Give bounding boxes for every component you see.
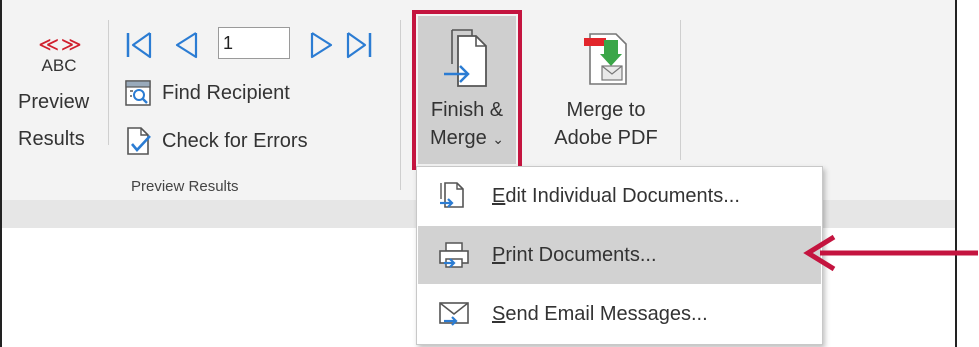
menu-item-label: Send Email Messages... — [492, 303, 708, 326]
menu-text: end Email Messages... — [505, 302, 708, 325]
menu-item-send-email-messages[interactable]: Send Email Messages... — [418, 285, 821, 343]
menu-item-label: Edit Individual Documents... — [492, 185, 740, 208]
finish-merge-label-1: Finish & — [430, 99, 504, 121]
finish-merge-icon — [444, 29, 487, 87]
merge-pdf-label-1: Merge to — [566, 99, 646, 121]
access-key: P — [492, 243, 506, 266]
record-number-input[interactable]: 1 — [218, 27, 290, 59]
adobe-pdf-icon — [584, 33, 627, 85]
menu-item-label: Print Documents... — [492, 244, 657, 267]
merge-pdf-label-2: Adobe PDF — [554, 127, 658, 149]
preview-results-label-2: Results — [18, 128, 85, 150]
menu-item-edit-individual-documents[interactable]: Edit Individual Documents... — [418, 167, 821, 225]
chevron-down-icon: ⌄ — [492, 131, 504, 147]
separator — [108, 20, 109, 145]
finish-merge-dropdown: Edit Individual Documents... Print Docum… — [416, 166, 823, 345]
finish-merge-button[interactable]: Finish & Merge ⌄ — [418, 20, 516, 153]
print-documents-icon — [438, 241, 478, 269]
preview-results-group-label: Preview Results — [131, 178, 239, 195]
check-for-errors-button[interactable]: Check for Errors — [124, 124, 308, 158]
separator — [680, 20, 681, 160]
first-record-icon[interactable] — [124, 30, 154, 60]
next-record-icon[interactable] — [306, 30, 336, 60]
find-recipient-icon — [125, 80, 151, 106]
access-key: E — [492, 184, 506, 207]
check-errors-label: Check for Errors — [162, 129, 308, 152]
finish-merge-text: Merge — [430, 127, 487, 149]
menu-text: dit Individual Documents... — [505, 184, 740, 207]
find-recipient-label: Find Recipient — [162, 81, 290, 104]
last-record-icon[interactable] — [344, 30, 374, 60]
pointer-arrow — [803, 234, 978, 272]
menu-text: rint Documents... — [505, 243, 657, 266]
edit-documents-icon — [438, 181, 478, 211]
abc-icon: ABC — [41, 56, 77, 75]
finish-merge-label-2: Merge ⌄ — [418, 124, 516, 153]
preview-arrows-icon: ≪ ≫ — [38, 34, 81, 56]
access-key: S — [492, 302, 506, 325]
find-recipient-button[interactable]: Find Recipient — [124, 76, 290, 110]
check-errors-icon — [127, 127, 151, 155]
separator — [400, 20, 401, 190]
previous-record-icon[interactable] — [172, 30, 202, 60]
preview-results-label-1: Preview — [18, 91, 90, 113]
merge-to-adobe-pdf-button[interactable]: Merge to Adobe PDF — [542, 20, 670, 152]
menu-item-print-documents[interactable]: Print Documents... — [418, 226, 821, 284]
email-icon — [438, 301, 478, 327]
